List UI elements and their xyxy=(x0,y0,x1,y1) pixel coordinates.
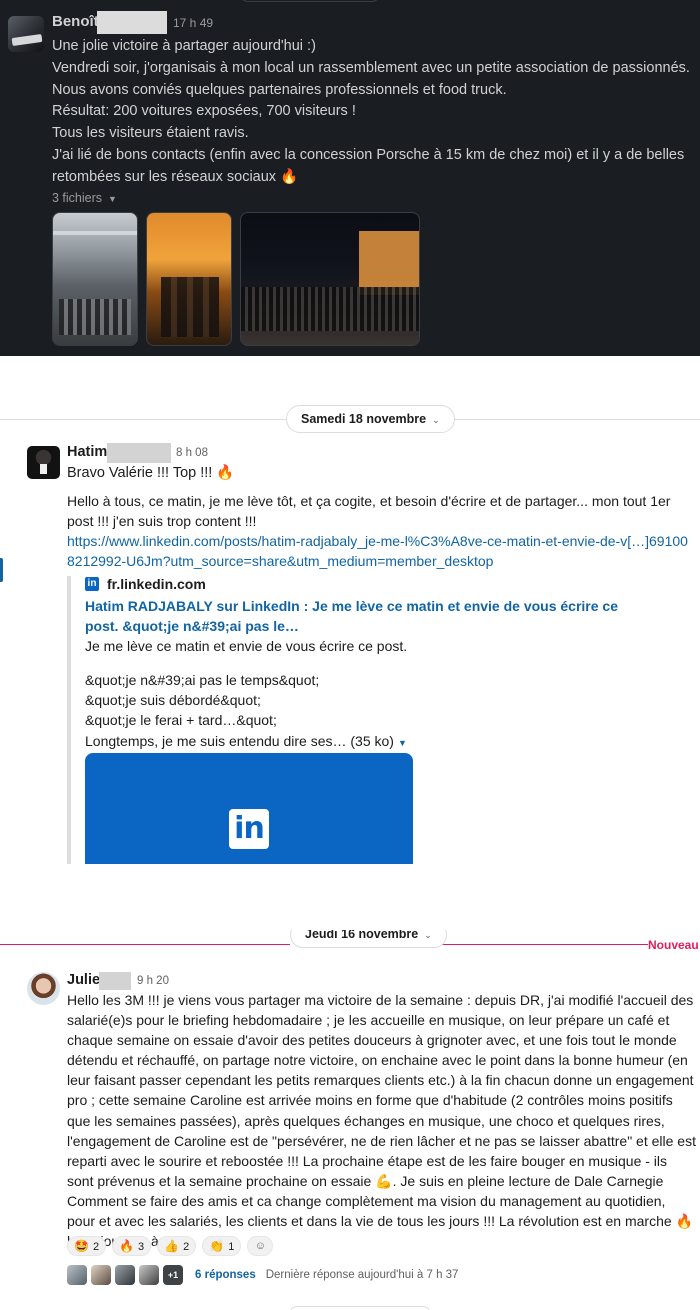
linkedin-icon: in xyxy=(85,577,99,591)
date-label: Jeudi 16 novembre xyxy=(305,930,419,941)
timestamp[interactable]: 17 h 49 xyxy=(173,16,213,30)
replier-avatar xyxy=(115,1265,135,1285)
timestamp[interactable]: 8 h 08 xyxy=(176,447,208,459)
preview-more-text: Longtemps, je me suis entendu dire ses… … xyxy=(85,733,394,749)
avatar[interactable] xyxy=(8,16,44,52)
message-benoit: Benoît 17 h 49 Une jolie victoire à part… xyxy=(0,0,700,356)
preview-quote: &quot;je le ferai + tard…&quot; xyxy=(85,712,277,728)
preview-image[interactable]: in xyxy=(85,753,413,864)
reaction-pill[interactable]: 🔥 3 xyxy=(112,1236,152,1256)
fire-emoji-icon: 🔥 xyxy=(119,1239,135,1253)
message-hatim: Samedi 18 novembre ⌄ Hatim 8 h 08 Bravo V… xyxy=(0,400,700,864)
date-pill-partial xyxy=(240,0,380,2)
reactions-bar: 🤩 2 🔥 3 👍 2 👏 1 ☺ xyxy=(67,1236,274,1256)
reaction-count: 3 xyxy=(138,1241,145,1253)
message-line: J'ai lié de bons contacts (enfin avec la… xyxy=(52,146,685,185)
author-name[interactable]: Benoît xyxy=(52,13,99,30)
new-divider-line xyxy=(0,944,290,945)
reaction-count: 1 xyxy=(228,1241,235,1253)
replier-avatar xyxy=(139,1265,159,1285)
message-julie: Jeudi 16 novembre ⌄ Nouveau Julie 9 h 20 … xyxy=(0,930,700,1310)
date-pill[interactable]: Samedi 18 novembre ⌄ xyxy=(286,405,455,433)
new-divider-line xyxy=(428,944,648,945)
thread-summary[interactable]: +1 6 réponses Dernière réponse aujourd'h… xyxy=(67,1265,458,1285)
chevron-down-icon: ⌄ xyxy=(432,415,440,425)
more-repliers-badge: +1 xyxy=(163,1265,183,1285)
link-preview: in fr.linkedin.com Hatim RADJABALY sur L… xyxy=(67,576,693,864)
caret-down-icon: ▼ xyxy=(397,738,407,748)
image-thumbnail[interactable] xyxy=(146,212,232,346)
linkedin-post-link[interactable]: https://www.linkedin.com/posts/hatim-rad… xyxy=(67,531,693,571)
avatar[interactable] xyxy=(27,446,60,479)
message-line: Résultat: 200 voitures exposées, 700 vis… xyxy=(52,103,356,120)
message-body: Une jolie victoire à partager aujourd'hu… xyxy=(52,36,692,189)
message-line: Tous les visiteurs étaient ravis. xyxy=(52,125,249,142)
message-line: Nous avons conviés quelques partenaires … xyxy=(52,81,507,98)
preview-source[interactable]: in fr.linkedin.com xyxy=(85,576,206,592)
reaction-count: 2 xyxy=(183,1241,190,1253)
image-thumbnail[interactable] xyxy=(52,212,138,346)
files-toggle[interactable]: 3 fichiers ▼ xyxy=(52,191,117,205)
date-label: Samedi 18 novembre xyxy=(301,412,427,426)
preview-expand[interactable]: Longtemps, je me suis entendu dire ses… … xyxy=(85,731,407,753)
redacted-name xyxy=(99,972,131,990)
redacted-name xyxy=(107,443,171,463)
files-label: 3 fichiers xyxy=(52,191,103,205)
replier-avatar xyxy=(91,1265,111,1285)
unread-marker xyxy=(0,558,3,582)
preview-quote: &quot;je suis débordé&quot; xyxy=(85,692,261,708)
thumbs-up-emoji-icon: 👍 xyxy=(164,1239,180,1253)
message-line: Une jolie victoire à partager aujourd'hu… xyxy=(52,38,316,54)
message-line: Bravo Valérie !!! Top !!! 🔥 xyxy=(67,465,235,481)
timestamp[interactable]: 9 h 20 xyxy=(137,975,169,987)
author-name[interactable]: Hatim xyxy=(67,444,107,460)
reaction-pill[interactable]: 👍 2 xyxy=(157,1236,197,1256)
date-pill[interactable]: Jeudi 16 novembre ⌄ xyxy=(290,930,447,948)
source-domain: fr.linkedin.com xyxy=(107,576,206,592)
clapping-emoji-icon: 👏 xyxy=(209,1239,225,1253)
image-thumbnail[interactable] xyxy=(240,212,420,346)
author-name[interactable]: Julie xyxy=(67,972,100,988)
preview-quote: &quot;je n&#39;ai pas le temps&quot; xyxy=(85,672,320,688)
caret-down-icon: ▼ xyxy=(108,194,117,204)
message-paragraph: Hello à tous, ce matin, je me lève tôt, … xyxy=(67,493,671,529)
preview-description: Je me lève ce matin et envie de vous écr… xyxy=(85,638,408,654)
date-pill-partial xyxy=(290,1306,430,1310)
add-reaction-icon: ☺ xyxy=(254,1240,266,1252)
last-reply-time: Dernière réponse aujourd'hui à 7 h 37 xyxy=(265,1269,459,1281)
linkedin-logo-icon: in xyxy=(229,809,269,849)
chevron-down-icon: ⌄ xyxy=(424,930,432,940)
reaction-pill[interactable]: 🤩 2 xyxy=(67,1236,107,1256)
replies-link[interactable]: 6 réponses xyxy=(195,1269,256,1281)
reaction-pill[interactable]: 👏 1 xyxy=(202,1236,242,1256)
message-body: Hello les 3M !!! je viens vous partager … xyxy=(67,992,696,1250)
new-messages-label: Nouveau xyxy=(648,938,699,952)
add-reaction-button[interactable]: ☺ xyxy=(247,1236,274,1256)
reaction-count: 2 xyxy=(92,1241,100,1253)
avatar[interactable] xyxy=(27,972,60,1005)
replier-avatar xyxy=(67,1265,87,1285)
preview-title[interactable]: Hatim RADJABALY sur LinkedIn : Je me lèv… xyxy=(85,596,645,636)
redacted-name xyxy=(97,11,167,34)
message-line: Vendredi soir, j'organisais à mon local … xyxy=(52,59,690,76)
star-struck-emoji-icon: 🤩 xyxy=(74,1239,89,1253)
